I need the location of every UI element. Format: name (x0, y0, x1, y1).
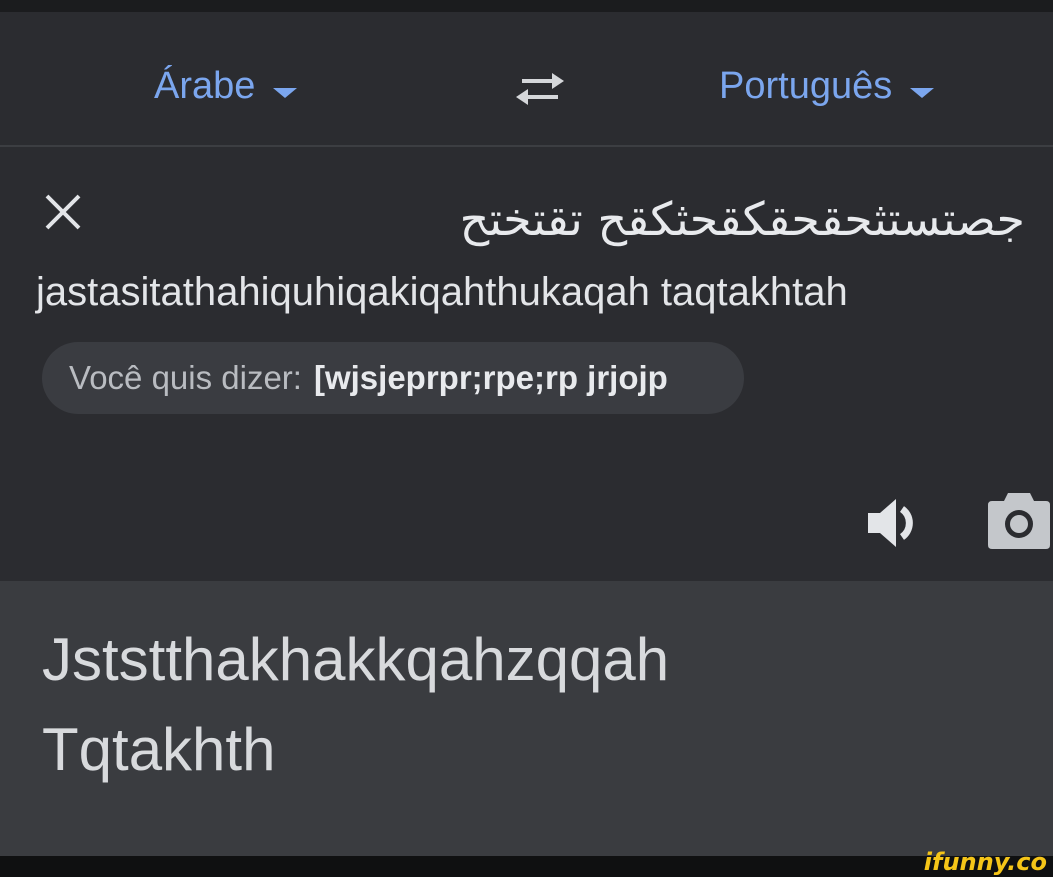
camera-icon (988, 493, 1050, 549)
watermark-logo: ifunny.co (923, 848, 1047, 876)
target-language-selector[interactable]: Português (719, 64, 935, 108)
speaker-icon (868, 499, 913, 547)
did-you-mean-value: [wjsjeprpr;rpe;rp jrjojp (313, 359, 668, 396)
source-language-label: Árabe (154, 64, 256, 107)
language-bar: Árabe Português (0, 12, 1053, 147)
target-language-label: Português (719, 64, 893, 107)
swap-arrows-icon (516, 73, 564, 105)
listen-button[interactable] (866, 495, 922, 551)
top-strip (0, 0, 1053, 12)
caret-down-icon (273, 88, 298, 98)
bottom-strip (0, 856, 1053, 877)
output-panel: Jststthakhakkqahzqqah Tqtakhth (0, 581, 1053, 856)
translation-line: Tqtakhth (42, 716, 276, 783)
did-you-mean-label: Você quis dizer: (69, 359, 302, 396)
close-icon (45, 194, 81, 230)
translation-output: Jststthakhakkqahzqqah Tqtakhth (42, 615, 669, 795)
swap-languages-button[interactable] (508, 66, 572, 112)
input-panel: جصتستثحقحقكقحثكقح تقتختح jastasitathahiq… (0, 147, 1053, 581)
clear-input-button[interactable] (40, 189, 86, 235)
caret-down-icon (910, 88, 935, 98)
source-text[interactable]: جصتستثحقحقكقحثكقح تقتختح (205, 187, 1025, 251)
translation-line: Jststthakhakkqahzqqah (42, 626, 670, 693)
camera-button[interactable] (988, 489, 1050, 549)
did-you-mean-chip[interactable]: Você quis dizer: [wjsjeprpr;rpe;rp jrjoj… (42, 342, 744, 414)
source-language-selector[interactable]: Árabe (154, 64, 298, 108)
transliteration-text: jastasitathahiquhiqakiqahthukaqah taqtak… (36, 270, 848, 314)
